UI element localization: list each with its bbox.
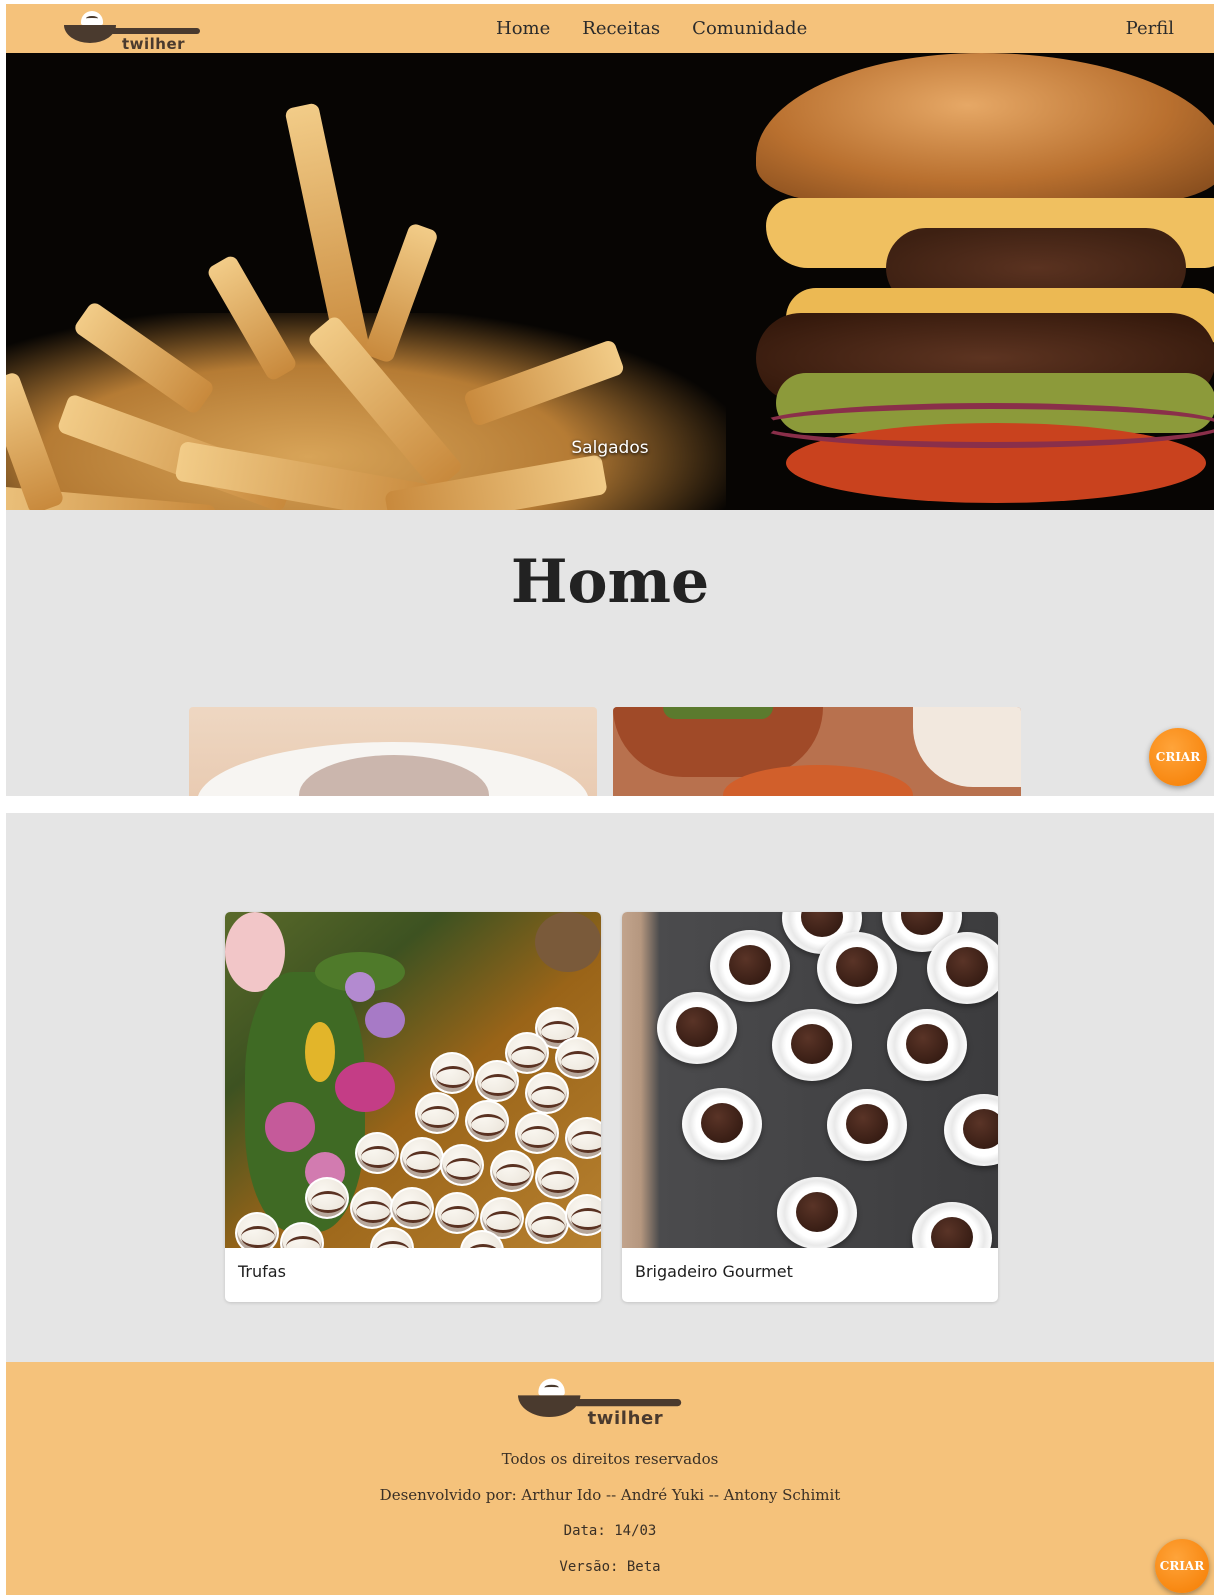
recipe-card-trufas[interactable]: Trufas: [225, 912, 601, 1302]
footer-version: Versão: Beta: [559, 1559, 661, 1575]
spoon-icon: [64, 25, 116, 43]
footer-date: Data: 14/03: [563, 1523, 657, 1539]
recipe-card-title: Brigadeiro Gourmet: [635, 1262, 793, 1281]
home-bottom-view: Trufas Brigadeiro Gourmet twilher Todos: [6, 813, 1214, 1595]
recipe-card-brigadeiro-gourmet[interactable]: Brigadeiro Gourmet: [622, 912, 998, 1302]
hero-caption: Salgados: [571, 438, 649, 458]
criar-button[interactable]: CRIAR: [1149, 728, 1207, 786]
nav-home-link[interactable]: Home: [496, 18, 550, 39]
chef-hat-icon: [81, 11, 103, 25]
recipe-card-peek[interactable]: [613, 707, 1021, 796]
home-top-view: twilher Home Receitas Comunidade Perfil …: [6, 4, 1214, 796]
recipe-card-peek[interactable]: [189, 707, 597, 796]
recipe-card-title: Trufas: [238, 1262, 286, 1281]
navbar: twilher Home Receitas Comunidade Perfil: [6, 4, 1214, 53]
criar-button[interactable]: CRIAR: [1155, 1539, 1209, 1593]
chef-hat-icon: [538, 1378, 565, 1396]
footer: twilher Todos os direitos reservados Des…: [6, 1362, 1214, 1595]
hero-carousel-slide[interactable]: Salgados: [6, 53, 1214, 510]
footer-developers: Desenvolvido por: Arthur Ido -- André Yu…: [379, 1486, 841, 1504]
brigadeiro-image: [622, 912, 998, 1248]
spoon-icon: [518, 1395, 581, 1417]
nav-comunidade-link[interactable]: Comunidade: [692, 18, 807, 39]
brand-name: twilher: [122, 35, 186, 53]
footer-brand-name: twilher: [587, 1407, 664, 1429]
page-title: Home: [510, 547, 710, 617]
burger-image: [756, 53, 1214, 203]
nav-receitas-link[interactable]: Receitas: [582, 18, 660, 39]
nav-links: Home Receitas Comunidade: [496, 4, 839, 53]
footer-rights: Todos os direitos reservados: [501, 1450, 719, 1468]
footer-brand-logo[interactable]: twilher: [518, 1375, 686, 1429]
nav-perfil-link[interactable]: Perfil: [1126, 4, 1174, 53]
trufas-image: [225, 912, 601, 1248]
brand-logo[interactable]: twilher: [64, 8, 204, 53]
